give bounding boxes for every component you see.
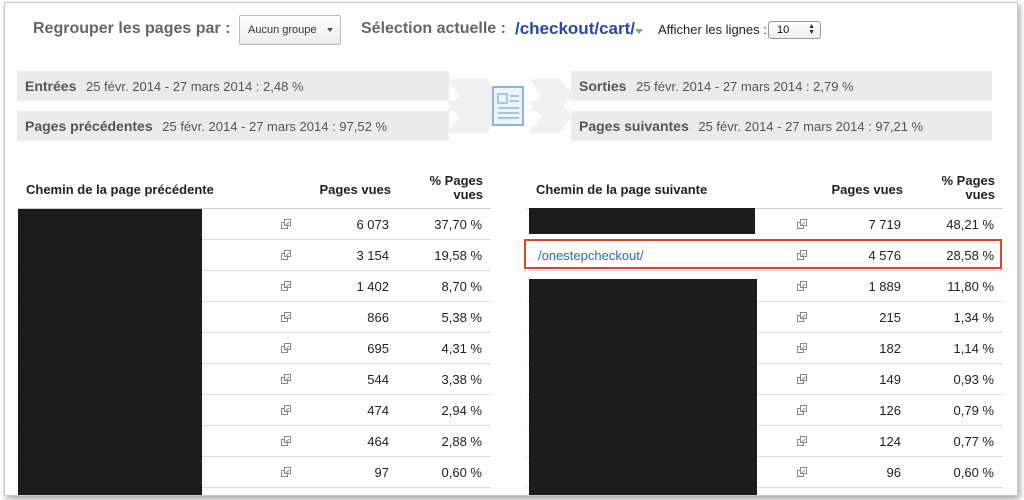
page-views-percent: 0,60 % [441,465,482,480]
page-views-percent: 0,77 % [953,434,994,449]
page-views-percent: 37,70 % [434,217,482,232]
table-header: Chemin de la page précédente Pages vues … [17,167,491,209]
page-views-value: 474 [367,403,389,418]
current-selection-label: Sélection actuelle : [361,20,506,37]
exits-summary: Sorties 25 févr. 2014 - 27 mars 2014 : 2… [571,71,992,101]
page-views-percent: 0,79 % [953,403,994,418]
external-link-icon[interactable] [281,466,292,477]
page-views-percent: 1,14 % [953,341,994,356]
page-views-percent: 5,38 % [441,310,482,325]
current-selection-link[interactable]: /checkout/cart/ [515,19,635,39]
document-icon [492,86,524,126]
external-link-icon[interactable] [797,404,808,415]
page-views-value: 215 [879,310,901,325]
external-link-icon[interactable] [797,435,808,446]
column-header-path[interactable]: Chemin de la page suivante [536,182,707,197]
page-views-percent: 48,21 % [946,217,994,232]
show-rows-select[interactable]: 10 ▲ ▼ [768,21,821,39]
entrances-summary: Entrées 25 févr. 2014 - 27 mars 2014 : 2… [17,71,449,101]
page-views-value: 1 889 [868,279,901,294]
external-link-icon[interactable] [797,218,808,229]
next-pages-detail: 25 févr. 2014 - 27 mars 2014 : 97,21 % [698,119,924,134]
entrances-title: Entrées [25,78,77,94]
external-link-icon[interactable] [281,280,292,291]
external-link-icon[interactable] [281,342,292,353]
external-link-icon[interactable] [797,373,808,384]
page-views-percent: 8,70 % [441,279,482,294]
next-pages-summary: Pages suivantes 25 févr. 2014 - 27 mars … [571,111,992,141]
page-views-value: 97 [374,465,389,480]
column-header-percent[interactable]: % Pages vues [413,174,483,202]
column-header-path[interactable]: Chemin de la page précédente [26,182,214,197]
page-views-percent: 0,60 % [953,465,994,480]
show-rows-label: Afficher les lignes : [658,22,767,37]
page-views-value: 7 719 [868,217,901,232]
page-views-value: 126 [879,403,901,418]
page-views-percent: 2,88 % [441,434,482,449]
external-link-icon[interactable] [797,342,808,353]
next-pages-title: Pages suivantes [579,118,689,134]
page-views-value: 6 073 [356,217,389,232]
redacted-block [529,208,755,234]
external-link-icon[interactable] [797,466,808,477]
control-bar: Regrouper les pages par : Aucun groupe S… [5,3,1017,59]
external-link-icon[interactable] [797,249,808,260]
external-link-icon[interactable] [281,373,292,384]
page-views-value: 96 [886,465,901,480]
page-views-value: 464 [367,434,389,449]
page-views-value: 4 576 [868,248,901,263]
show-rows-value: 10 [777,24,790,36]
page-views-value: 3 154 [356,248,389,263]
page-views-percent: 3,38 % [441,372,482,387]
chevron-down-icon [327,28,333,32]
previous-pages-title: Pages précédentes [25,118,153,134]
entrances-detail: 25 févr. 2014 - 27 mars 2014 : 2,48 % [85,79,304,94]
page-views-value: 1 402 [356,279,389,294]
page-views-percent: 19,58 % [434,248,482,263]
group-by-label: Regrouper les pages par : [33,20,231,37]
external-link-icon[interactable] [281,218,292,229]
page-views-value: 182 [879,341,901,356]
page-views-percent: 11,80 % [947,279,994,294]
external-link-icon[interactable] [797,280,808,291]
column-header-views[interactable]: Pages vues [831,182,903,197]
page-views-value: 149 [879,372,901,387]
page-views-percent: 0,93 % [953,372,994,387]
redacted-block [529,279,757,495]
navigation-summary-panel: Regrouper les pages par : Aucun groupe S… [4,2,1018,496]
external-link-icon[interactable] [281,435,292,446]
selection-dropdown-icon[interactable] [635,29,643,34]
page-views-percent: 1,34 % [953,310,994,325]
page-views-percent: 28,58 % [946,248,994,263]
external-link-icon[interactable] [281,404,292,415]
external-link-icon[interactable] [797,311,808,322]
page-path-link[interactable]: /onestepcheckout/ [538,248,644,263]
page-views-value: 866 [367,310,389,325]
page-views-percent: 4,31 % [441,341,482,356]
external-link-icon[interactable] [281,311,292,322]
exits-detail: 25 févr. 2014 - 27 mars 2014 : 2,79 % [636,79,854,94]
group-by-select-value: Aucun groupe [248,24,317,36]
external-link-icon[interactable] [281,249,292,260]
column-header-percent[interactable]: % Pages vues [925,174,995,202]
page-views-percent: 2,94 % [441,403,482,418]
exits-title: Sorties [579,78,627,94]
column-header-views[interactable]: Pages vues [319,182,391,197]
page-views-value: 695 [367,341,389,356]
stepper-arrows-icon: ▲ ▼ [808,23,815,36]
page-views-value: 544 [367,372,389,387]
table-header: Chemin de la page suivante Pages vues % … [527,167,1003,209]
group-by-select[interactable]: Aucun groupe [239,15,341,45]
table-row: /onestepcheckout/4 576 28,58 % [527,240,1003,271]
previous-pages-detail: 25 févr. 2014 - 27 mars 2014 : 97,52 % [162,119,388,134]
previous-pages-summary: Pages précédentes 25 févr. 2014 - 27 mar… [17,111,449,141]
redacted-block [18,209,202,495]
page-views-value: 124 [879,434,901,449]
